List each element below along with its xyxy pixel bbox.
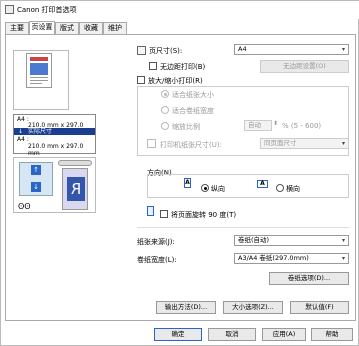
fit-roll-width-radio[interactable] <box>161 106 169 114</box>
actual-size-indicator: ↓ 实际尺寸 <box>14 128 95 135</box>
printer-tray-icon: ↑ ↓ <box>19 162 53 196</box>
apply-button[interactable]: 应用(A) <box>262 328 306 341</box>
scaled-print-checkbox[interactable] <box>137 76 145 84</box>
landscape-radio[interactable] <box>276 184 284 192</box>
roll-holder-icon: ʘʘ <box>18 202 31 211</box>
rotate90-checkbox[interactable] <box>160 210 168 218</box>
arrow-down-icon: ↓ <box>18 128 24 135</box>
borderless-label: 无边距打印(B) <box>160 63 206 71</box>
fit-paper-label: 适合纸张大小 <box>172 91 214 99</box>
size-options-button[interactable]: 大小选项(Z)... <box>223 301 283 314</box>
tab-page-setup[interactable]: 页设置 <box>29 21 55 35</box>
scale-ratio-radio[interactable] <box>161 122 169 130</box>
output-method-button[interactable]: 输出方法(D)... <box>156 301 216 314</box>
scale-ratio-label: 缩放比例 <box>172 123 200 131</box>
chevron-down-icon: ▾ <box>341 255 345 262</box>
chevron-down-icon: ▾ <box>341 140 345 147</box>
paper-source-select[interactable]: 卷纸(自动) ▾ <box>234 235 349 246</box>
output-size-label: 打印机纸张尺寸(U): <box>160 141 222 149</box>
borderless-settings-button[interactable]: 无边距设置(O) <box>260 60 349 73</box>
roll-sheet: R <box>62 168 88 210</box>
roll-width-select[interactable]: A3/A4 卷纸(297.0mm) ▾ <box>234 253 349 264</box>
chevron-down-icon: ▾ <box>341 46 345 53</box>
printer-paper-icon <box>147 139 156 148</box>
scale-spinner-icon[interactable]: ⬍ <box>273 120 278 127</box>
scaled-print-label: 放大/缩小打印(R) <box>148 77 203 85</box>
roll-paper-icon <box>58 160 92 166</box>
print-preferences-window: Canon 打印首选项 主要 页设置 版式 收藏 维护 A4 : 210.0 m… <box>0 0 359 346</box>
title-bar: Canon 打印首选项 <box>1 1 359 19</box>
fit-paper-radio[interactable] <box>161 90 169 98</box>
cancel-button[interactable]: 取消 <box>208 328 256 341</box>
borderless-checkbox[interactable] <box>149 62 157 70</box>
page-size-label: 页尺寸(S): <box>149 47 183 55</box>
ok-button[interactable]: 确定 <box>154 328 202 341</box>
landscape-icon: A <box>257 180 268 188</box>
roll-width-label: 卷纸宽度(L): <box>137 256 177 264</box>
portrait-label: 纵向 <box>211 185 225 193</box>
tab-maintenance[interactable]: 维护 <box>103 22 127 34</box>
page-thumbnail <box>26 53 52 88</box>
paper-size-summary: A4 : 210.0 mm x 297.0 mm ↓ 实际尺寸 A4 : 210… <box>13 114 96 157</box>
divider <box>137 227 349 228</box>
defaults-button[interactable]: 默认值(F) <box>290 301 349 314</box>
paper-source-label: 纸张来源(J): <box>137 238 175 246</box>
landscape-label: 横向 <box>286 185 300 193</box>
size-line: A4 : <box>17 136 29 143</box>
tab-main[interactable]: 主要 <box>5 22 29 34</box>
chevron-down-icon: ▾ <box>341 237 345 244</box>
roll-options-button[interactable]: 卷纸选项(D)... <box>269 272 349 285</box>
portrait-radio[interactable] <box>201 184 209 192</box>
scale-range-label: % (5 - 600) <box>282 122 322 130</box>
printer-app-icon <box>5 5 14 14</box>
tab-favorites[interactable]: 收藏 <box>79 22 103 34</box>
rotate90-label: 将页面旋转 90 度(T) <box>171 211 237 219</box>
help-button[interactable]: 帮助 <box>311 328 353 341</box>
size-line: 210.0 mm x 297.0 mm <box>28 143 84 157</box>
portrait-icon: A <box>184 178 191 188</box>
rotate-page-icon <box>147 206 154 216</box>
orientation-group <box>147 174 349 198</box>
mirror-r-icon: R <box>67 177 85 201</box>
page-size-icon <box>137 46 146 55</box>
paper-feed-preview: ↑ ↓ R ʘʘ <box>13 157 96 213</box>
output-size-select[interactable]: 同页面尺寸 ▾ <box>260 138 349 149</box>
fit-roll-width-label: 适合卷纸宽度 <box>172 107 214 115</box>
window-title: Canon 打印首选项 <box>17 6 77 14</box>
page-size-select[interactable]: A4 ▾ <box>234 44 349 55</box>
tab-layout[interactable]: 版式 <box>55 22 79 34</box>
scale-ratio-input[interactable]: 自动 <box>244 120 272 131</box>
